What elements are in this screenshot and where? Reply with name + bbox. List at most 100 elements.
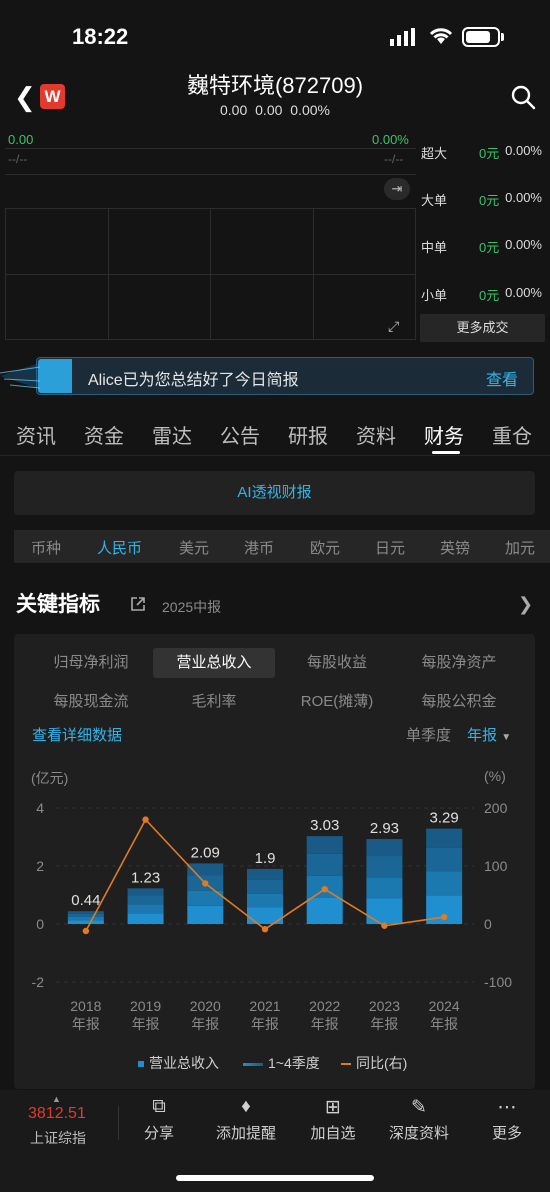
chart-gridline <box>108 208 109 339</box>
y-left-tick: -2 <box>32 974 45 990</box>
legend-swatch <box>341 1063 351 1066</box>
x-tick-year: 2021 <box>249 998 280 1014</box>
bar-value-label: 3.29 <box>430 810 459 827</box>
alice-glow-icon <box>0 359 72 393</box>
currency-eur[interactable]: 欧元 <box>310 537 340 558</box>
chart-gridline <box>210 208 211 339</box>
currency-cny[interactable]: 人民币 <box>97 537 142 558</box>
view-details-link[interactable]: 查看详细数据 <box>32 724 122 745</box>
legend-label: 营业总收入 <box>149 1055 219 1071</box>
chart-gridline <box>313 208 314 339</box>
metric-gross-margin[interactable]: 毛利率 <box>153 687 275 717</box>
index-name[interactable]: 上证综指 <box>30 1128 86 1148</box>
flow-label: 大单 <box>421 193 448 208</box>
legend-quarters: 1~4季度 <box>243 1053 320 1073</box>
bar-segment <box>67 911 104 914</box>
metric-roe[interactable]: ROE(摊薄) <box>276 687 398 717</box>
x-tick-suffix: 年报 <box>311 1016 339 1032</box>
status-time: 18:22 <box>72 24 129 49</box>
add-watchlist-button[interactable]: ⊞ 加自选 <box>308 1096 358 1143</box>
flow-pct: 0.00% <box>505 190 542 205</box>
caret-up-icon[interactable]: ▲ <box>52 1094 61 1104</box>
yoy-point <box>261 926 269 933</box>
y-left-tick: 4 <box>36 800 44 816</box>
tab-finance[interactable]: 财务 <box>424 420 464 449</box>
bar-segment <box>366 839 403 857</box>
ai-report-button[interactable]: AI透视财报 <box>14 471 535 515</box>
y-right-tick: 200 <box>484 800 508 816</box>
tab-holdings[interactable]: 重仓 <box>492 420 532 449</box>
yoy-point <box>202 880 209 887</box>
chevron-right-icon[interactable]: ❯ <box>518 594 533 615</box>
currency-jpy[interactable]: 日元 <box>375 537 405 558</box>
search-icon[interactable] <box>510 84 536 110</box>
bar-segment <box>187 905 224 924</box>
collapse-icon[interactable]: ⇥ <box>384 178 410 200</box>
flow-value: 0元 <box>479 146 500 161</box>
currency-gbp[interactable]: 英镑 <box>440 537 470 558</box>
y-left-tick: 2 <box>36 858 44 874</box>
bar-segment <box>127 895 164 905</box>
tab-profile[interactable]: 资料 <box>356 420 396 449</box>
active-tab-indicator <box>432 451 460 454</box>
flow-pct: 0.00% <box>505 143 542 158</box>
bar-value-label: 0.44 <box>71 892 100 909</box>
report-period: 2025中报 <box>162 599 222 615</box>
more-trades-button[interactable]: 更多成交 <box>420 314 545 342</box>
more-dots-icon: ⋯ <box>497 1097 517 1118</box>
stock-title: 巍特环境(872709) <box>186 73 364 98</box>
x-tick-year: 2019 <box>130 998 161 1014</box>
chart-pct-right: 0.00% <box>372 132 409 147</box>
more-button[interactable]: ⋯ 更多 <box>489 1096 525 1143</box>
index-value[interactable]: 3812.51 <box>28 1105 86 1123</box>
bar-segment <box>366 877 403 899</box>
x-tick-year: 2023 <box>369 998 400 1014</box>
share-button[interactable]: ⧉ 分享 <box>141 1096 177 1143</box>
flow-value: 0元 <box>479 240 500 255</box>
tab-funds[interactable]: 资金 <box>84 420 124 449</box>
metric-net-profit[interactable]: 归母净利润 <box>30 648 152 678</box>
divider <box>118 1106 119 1140</box>
metric-revenue[interactable]: 营业总收入 <box>153 648 275 678</box>
currency-hkd[interactable]: 港币 <box>244 537 274 558</box>
tab-announcements[interactable]: 公告 <box>220 420 260 449</box>
metric-cfps[interactable]: 每股现金流 <box>30 687 152 717</box>
bar-segment <box>426 847 463 872</box>
deep-data-button[interactable]: ✎ 深度资料 <box>386 1096 452 1143</box>
export-icon[interactable] <box>130 596 146 612</box>
add-alert-button[interactable]: ♦ 添加提醒 <box>214 1096 278 1143</box>
fullscreen-icon[interactable]: ⤢ <box>388 318 399 335</box>
metric-reserve[interactable]: 每股公积金 <box>398 687 520 717</box>
tab-radar[interactable]: 雷达 <box>152 420 192 449</box>
tab-research[interactable]: 研报 <box>288 420 328 449</box>
legend-swatch <box>243 1062 263 1066</box>
home-indicator <box>176 1175 374 1181</box>
currency-usd[interactable]: 美元 <box>179 537 209 558</box>
y-right-tick: 0 <box>484 916 492 932</box>
legend-yoy: 同比(右) <box>341 1053 407 1073</box>
yoy-point <box>381 922 388 929</box>
currency-label: 币种 <box>31 540 62 557</box>
chart-gridline <box>5 174 416 175</box>
bar-segment <box>127 904 164 914</box>
alice-banner-link[interactable]: 查看 <box>486 366 518 390</box>
tab-news[interactable]: 资讯 <box>16 420 56 449</box>
mode-year[interactable]: 年报 ▼ <box>467 724 511 745</box>
currency-cad[interactable]: 加元 <box>505 537 535 558</box>
yoy-point <box>440 913 448 921</box>
y-left-tick: 0 <box>36 916 44 932</box>
metric-eps[interactable]: 每股收益 <box>276 648 398 678</box>
flow-value: 0元 <box>479 288 500 303</box>
legend-label: 1~4季度 <box>268 1055 320 1071</box>
x-tick-year: 2020 <box>190 998 221 1014</box>
mode-quarter[interactable]: 单季度 <box>406 724 451 745</box>
bar-segment <box>247 868 283 880</box>
stock-quote: 0.00 0.00 0.00% <box>220 102 330 118</box>
x-tick-suffix: 年报 <box>132 1016 160 1032</box>
metric-bvps[interactable]: 每股净资产 <box>398 648 520 678</box>
flow-label: 中单 <box>421 240 448 255</box>
x-tick-suffix: 年报 <box>430 1016 458 1032</box>
flow-pct: 0.00% <box>505 285 542 300</box>
chart-gridline <box>5 148 416 149</box>
deep-data-label: 深度资料 <box>388 1125 449 1142</box>
